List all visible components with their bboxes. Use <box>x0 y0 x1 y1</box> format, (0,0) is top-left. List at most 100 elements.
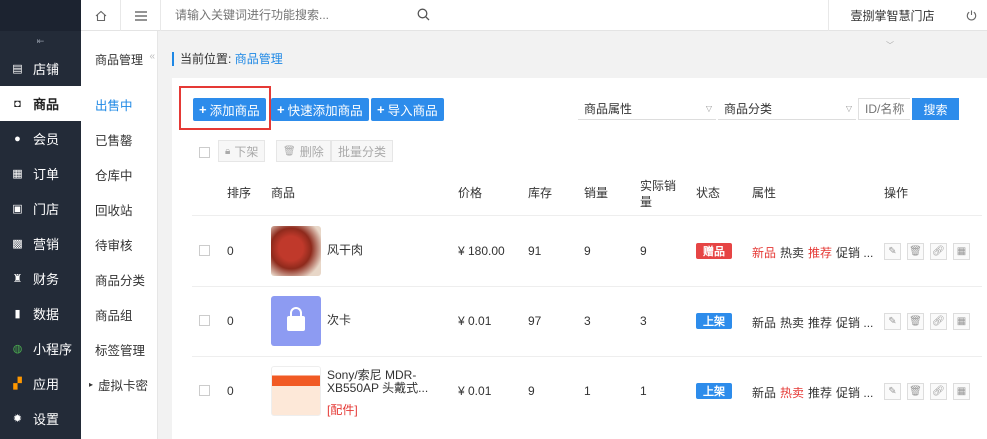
subnav-item[interactable]: 已售罄 <box>81 122 158 157</box>
logo-area <box>0 0 81 31</box>
store-name[interactable]: 壹捌掌智慧门店 <box>828 0 956 31</box>
attribute-tag[interactable]: 热卖 <box>780 386 804 400</box>
goods-name[interactable]: Sony/索尼 MDR-XB550AP 头戴式... <box>327 369 437 395</box>
goods-thumbnail[interactable] <box>271 226 321 276</box>
function-search-input[interactable] <box>175 4 425 26</box>
sidebar-item-money-bag[interactable]: ♜ 财务 <box>0 261 81 296</box>
attribute-tag[interactable]: 热卖 <box>780 246 804 260</box>
sort-value[interactable]: 0 <box>227 384 234 398</box>
quick-add-goods-button[interactable]: + 快速添加商品 <box>271 98 369 121</box>
trash-icon[interactable]: 🗑︎ <box>907 313 924 330</box>
sidebar-item-apps[interactable]: ▞ 应用 <box>0 366 81 401</box>
subnav-item[interactable]: 出售中 <box>81 87 158 122</box>
status-badge[interactable]: 上架 <box>696 313 732 329</box>
header-actual-sales[interactable]: 实际销量 <box>640 178 682 210</box>
attribute-tag[interactable]: 新品 <box>752 316 776 330</box>
sidebar-item-chart[interactable]: ▮ 数据 <box>0 296 81 331</box>
batch-category-button[interactable]: 批量分类 <box>331 140 394 162</box>
trash-icon[interactable]: 🗑︎ <box>907 243 924 260</box>
goods-thumbnail[interactable] <box>271 296 321 346</box>
divider <box>192 286 982 287</box>
delete-button[interactable]: 🗑︎ 删除 <box>276 140 331 162</box>
attribute-tag[interactable]: 促销 ... <box>836 316 873 330</box>
attribute-tag[interactable]: 热卖 <box>780 316 804 330</box>
goods-name[interactable]: 次卡 <box>327 314 437 327</box>
chevron-down-icon[interactable]: ﹀ <box>886 40 894 51</box>
sidebar-item-order[interactable]: ▦ 订单 <box>0 156 81 191</box>
sidebar-item-user[interactable]: ● 会员 <box>0 121 81 156</box>
header-stock[interactable]: 库存 <box>528 185 552 201</box>
attribute-tag[interactable]: 促销 ... <box>836 246 873 260</box>
actual-sales-value: 9 <box>640 244 647 258</box>
edit-icon[interactable]: ✎ <box>884 383 901 400</box>
off-shelf-button[interactable]: 🔒︎ 下架 <box>218 140 266 162</box>
subnav-item[interactable]: 待审核 <box>81 227 158 262</box>
stock-value: 9 <box>528 384 535 398</box>
attribute-tag[interactable]: 推荐 <box>808 386 832 400</box>
goods-category-select[interactable]: 商品分类 ▽ <box>718 98 856 120</box>
sidebar-item-shop[interactable]: ▣ 门店 <box>0 191 81 226</box>
goods-attribute-select[interactable]: 商品属性 ▽ <box>578 98 716 120</box>
subnav-item[interactable]: 回收站 <box>81 192 158 227</box>
sidebar-item-gear[interactable]: ✹ 设置 <box>0 401 81 436</box>
search-icon[interactable] <box>417 8 430 24</box>
divider <box>192 356 982 357</box>
select-all-checkbox[interactable] <box>199 147 210 158</box>
header-sales[interactable]: 销量 <box>584 185 608 201</box>
trash-icon[interactable]: 🗑︎ <box>907 383 924 400</box>
import-goods-button[interactable]: + 导入商品 <box>371 98 444 121</box>
row-checkbox[interactable] <box>199 245 210 256</box>
highlight-box <box>179 86 271 130</box>
link-icon[interactable]: 🔗︎ <box>930 243 947 260</box>
sort-value[interactable]: 0 <box>227 244 234 258</box>
link-icon[interactable]: 🔗︎ <box>930 313 947 330</box>
subnav-item[interactable]: 标签管理 <box>81 332 158 367</box>
goods-thumbnail[interactable] <box>271 366 321 416</box>
link-icon[interactable]: 🔗︎ <box>930 383 947 400</box>
qrcode-icon[interactable]: ▦ <box>953 313 970 330</box>
sidebar-item-gift[interactable]: ▩ 营销 <box>0 226 81 261</box>
goods-name[interactable]: 风干肉 <box>327 244 437 257</box>
breadcrumb-current[interactable]: 商品管理 <box>235 52 283 66</box>
power-icon[interactable] <box>956 0 987 31</box>
sidebar-item-store[interactable]: ▤ 店铺 <box>0 51 81 86</box>
edit-icon[interactable]: ✎ <box>884 243 901 260</box>
subnav-item[interactable]: 商品组 <box>81 297 158 332</box>
sidebar-item-label: 店铺 <box>33 62 60 77</box>
sort-value[interactable]: 0 <box>227 314 234 328</box>
divider <box>192 215 982 216</box>
sidebar-item-miniapp[interactable]: ◍ 小程序 <box>0 331 81 366</box>
actual-sales-value: 3 <box>640 314 647 328</box>
edit-icon[interactable]: ✎ <box>884 313 901 330</box>
status-badge[interactable]: 上架 <box>696 383 732 399</box>
qrcode-icon[interactable]: ▦ <box>953 243 970 260</box>
user-icon: ● <box>14 132 21 145</box>
sidebar-item-goods[interactable]: ◘ 商品 <box>0 86 81 121</box>
stock-value: 97 <box>528 314 542 328</box>
subnav-item[interactable]: ▸ 虚拟卡密 <box>81 367 158 402</box>
status-badge[interactable]: 赠品 <box>696 243 732 259</box>
sidebar-item-label: 商品 <box>33 97 60 112</box>
attribute-tag[interactable]: 推荐 <box>808 246 832 260</box>
subnav-item[interactable]: 仓库中 <box>81 157 158 192</box>
header-sort[interactable]: 排序 <box>227 185 251 201</box>
attribute-tag[interactable]: 促销 ... <box>836 386 873 400</box>
row-checkbox[interactable] <box>199 315 210 326</box>
row-checkbox[interactable] <box>199 385 210 396</box>
hamburger-icon[interactable] <box>121 0 161 31</box>
subnav-item[interactable]: 商品分类 <box>81 262 158 297</box>
attribute-tag[interactable]: 新品 <box>752 246 776 260</box>
search-button[interactable]: 搜索 <box>912 98 959 120</box>
subnav-item-label: 回收站 <box>95 204 133 218</box>
attribute-tag[interactable]: 推荐 <box>808 316 832 330</box>
sidebar-collapse-icon[interactable]: ⇤ <box>0 31 81 51</box>
header-price[interactable]: 价格 <box>458 185 482 201</box>
home-icon[interactable] <box>81 0 121 31</box>
collapse-subnav-icon[interactable]: « <box>149 51 155 62</box>
order-icon: ▦ <box>12 168 23 180</box>
qrcode-icon[interactable]: ▦ <box>953 383 970 400</box>
goods-icon: ◘ <box>14 97 21 110</box>
id-name-search-input[interactable] <box>858 98 910 120</box>
attribute-tag[interactable]: 新品 <box>752 386 776 400</box>
sales-value: 3 <box>584 314 591 328</box>
